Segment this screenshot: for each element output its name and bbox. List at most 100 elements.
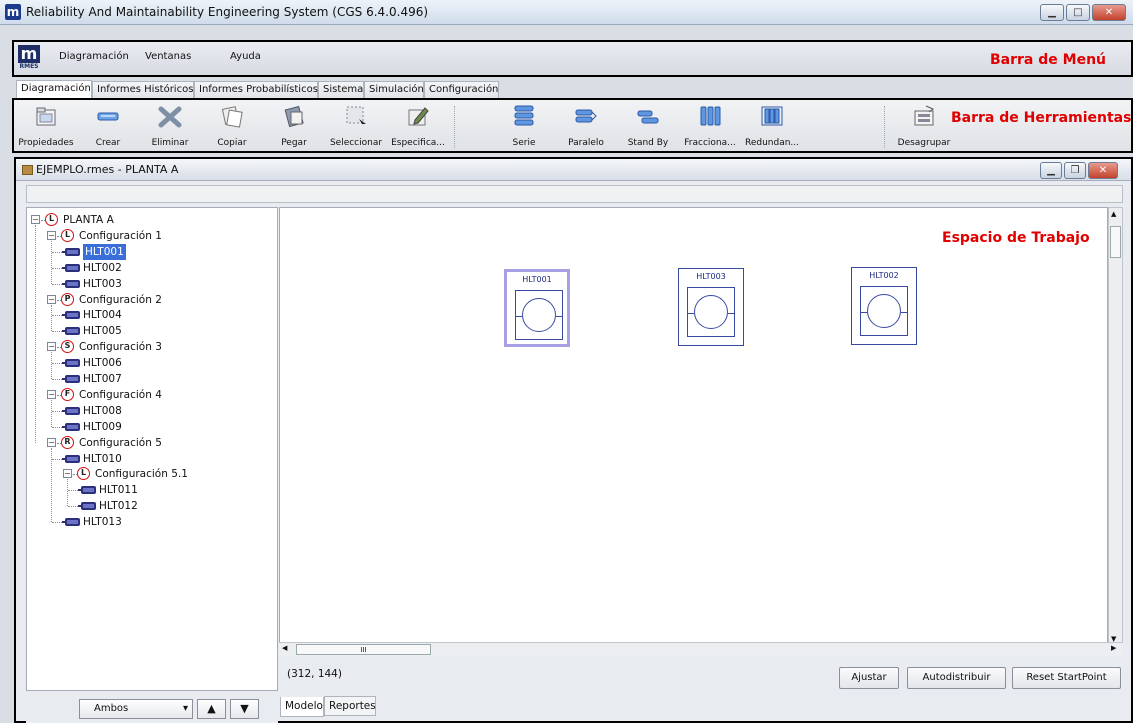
tab-informes-probabilisticos[interactable]: Informes Probabilísticos — [194, 81, 318, 99]
horizontal-scrollbar[interactable]: ◀ III ▶ — [279, 642, 1123, 656]
tree-item-node[interactable]: HLT001 — [27, 243, 277, 260]
parallel-icon — [574, 104, 598, 128]
diagram-block-hlt002[interactable]: HLT002 — [851, 267, 917, 345]
toolbar: Propiedades Crear Eliminar Copiar Pegar … — [12, 98, 1133, 153]
tree-group-node[interactable]: − F Configuración 4 — [27, 387, 277, 403]
tree-item-node[interactable]: HLT003 — [27, 276, 277, 292]
tree-group-node[interactable]: − S Configuración 3 — [27, 339, 277, 355]
diagram-block-hlt003[interactable]: HLT003 — [678, 268, 744, 346]
scroll-right-icon: ▶ — [1111, 644, 1117, 652]
collapse-icon[interactable]: − — [47, 294, 56, 304]
move-down-button[interactable]: ▼ — [230, 699, 259, 719]
fraction-icon — [698, 104, 722, 128]
config-type-badge: F — [61, 387, 74, 401]
tree-group-node[interactable]: − P Configuración 2 — [27, 292, 277, 308]
tab-diagramacion[interactable]: Diagramación — [16, 80, 92, 99]
doc-restore-button[interactable]: ❐ — [1064, 162, 1086, 179]
tab-reportes[interactable]: Reportes — [324, 696, 376, 716]
config-type-badge: L — [77, 467, 90, 481]
toolbar-separator — [454, 106, 455, 148]
serie-button[interactable]: Serie — [494, 104, 554, 152]
tab-informes-historicos[interactable]: Informes Históricos — [92, 81, 194, 99]
propiedades-button[interactable]: Propiedades — [16, 104, 76, 152]
tree-item-node[interactable]: HLT013 — [27, 514, 277, 530]
diagram-block-hlt001[interactable]: HLT001 — [504, 269, 570, 347]
move-up-button[interactable]: ▲ — [197, 699, 226, 719]
especifica-button[interactable]: Especifica... — [388, 104, 448, 152]
tree-item-node[interactable]: HLT010 — [27, 451, 277, 467]
component-icon — [62, 327, 80, 336]
collapse-icon[interactable]: − — [47, 389, 56, 399]
tab-configuracion[interactable]: Configuración — [424, 81, 499, 99]
collapse-icon[interactable]: − — [47, 342, 56, 352]
doc-close-button[interactable]: ✕ — [1088, 162, 1118, 179]
app-logo-icon: m — [5, 4, 21, 20]
tree-connector — [35, 225, 36, 443]
autodistribuir-button[interactable]: Autodistribuir — [907, 667, 1006, 689]
tree-item-node[interactable]: HLT004 — [27, 307, 277, 323]
tree-item-node[interactable]: HLT002 — [27, 260, 277, 276]
tree-connector — [52, 251, 62, 253]
menu-ventanas[interactable]: Ventanas — [145, 51, 191, 62]
crear-button[interactable]: Crear — [78, 104, 138, 152]
ajustar-button[interactable]: Ajustar — [839, 667, 899, 689]
horizontal-scroll-thumb[interactable]: III — [296, 644, 431, 655]
tree-connector — [52, 458, 62, 460]
redundante-button[interactable]: Redundan... — [742, 104, 802, 152]
rmes-logo: m RMES — [18, 44, 40, 70]
paralelo-button[interactable]: Paralelo — [556, 104, 616, 152]
collapse-icon[interactable]: − — [63, 469, 72, 479]
tree-connector — [51, 352, 52, 379]
vertical-scrollbar[interactable]: ▲ ▼ — [1108, 207, 1123, 652]
tree-node-label: Configuración 3 — [79, 341, 162, 354]
tree-item-node[interactable]: HLT006 — [27, 355, 277, 371]
maximize-button[interactable]: □ — [1066, 4, 1090, 21]
copiar-button[interactable]: Copiar — [202, 104, 262, 152]
seleccionar-button[interactable]: Seleccionar — [326, 104, 386, 152]
collapse-icon[interactable]: − — [31, 215, 40, 224]
tree-connector — [51, 304, 52, 332]
tree-item-node[interactable]: HLT011 — [27, 482, 277, 498]
menu-diagramacion[interactable]: Diagramación — [59, 51, 129, 62]
collapse-icon[interactable]: − — [47, 230, 56, 240]
scroll-up-icon: ▲ — [1111, 210, 1117, 218]
doc-minimize-button[interactable]: ▁ — [1040, 162, 1062, 179]
tree-group-node[interactable]: − L Configuración 1 — [27, 228, 277, 244]
paste-icon — [282, 104, 306, 128]
collapse-icon[interactable]: − — [47, 437, 56, 447]
tree-node-label: HLT005 — [83, 325, 122, 338]
tree-group-node[interactable]: − L PLANTA A — [27, 212, 277, 228]
component-icon — [96, 104, 120, 128]
tree-connector — [52, 522, 62, 524]
tab-sistema[interactable]: Sistema — [318, 81, 364, 99]
close-button[interactable]: ✕ — [1092, 4, 1126, 21]
fracciona-button[interactable]: Fracciona... — [680, 104, 740, 152]
tree-node-label: HLT012 — [99, 500, 138, 513]
minimize-button[interactable]: ▁ — [1040, 4, 1064, 21]
reset-startpoint-button[interactable]: Reset StartPoint — [1012, 667, 1121, 689]
tree-connector — [51, 399, 52, 427]
filter-select[interactable]: Ambos ▾ — [79, 699, 193, 719]
desagrupar-button[interactable]: Desagrupar — [894, 104, 954, 152]
tree-item-node[interactable]: HLT005 — [27, 323, 277, 339]
tree-group-node[interactable]: − R Configuración 5 — [27, 435, 277, 451]
tab-simulacion[interactable]: Simulación — [364, 81, 424, 99]
tree-item-node[interactable]: HLT008 — [27, 403, 277, 419]
menu-ayuda[interactable]: Ayuda — [230, 51, 261, 62]
vertical-scroll-thumb[interactable] — [1110, 226, 1121, 258]
pegar-button[interactable]: Pegar — [264, 104, 324, 152]
workspace-canvas[interactable]: Espacio de Trabajo HLT001 HLT003 HLT002 — [279, 207, 1108, 652]
tree-item-node[interactable]: HLT009 — [27, 419, 277, 435]
tree-group-node[interactable]: − L Configuración 5.1 — [27, 466, 277, 482]
tree-connector — [68, 490, 78, 492]
cursor-coordinates: (312, 144) — [287, 668, 342, 680]
tree-item-node[interactable]: HLT012 — [27, 498, 277, 514]
component-icon — [62, 406, 80, 415]
eliminar-button[interactable]: Eliminar — [140, 104, 200, 152]
tab-modelo[interactable]: Modelo — [280, 697, 324, 717]
config-type-badge: P — [61, 292, 74, 306]
standby-button[interactable]: Stand By — [618, 104, 678, 152]
tree-item-node[interactable]: HLT007 — [27, 371, 277, 387]
model-tree[interactable]: − L PLANTA A − L Configuración 1 HLT001 HLT002 H… — [26, 207, 278, 691]
tree-connector — [52, 331, 62, 333]
